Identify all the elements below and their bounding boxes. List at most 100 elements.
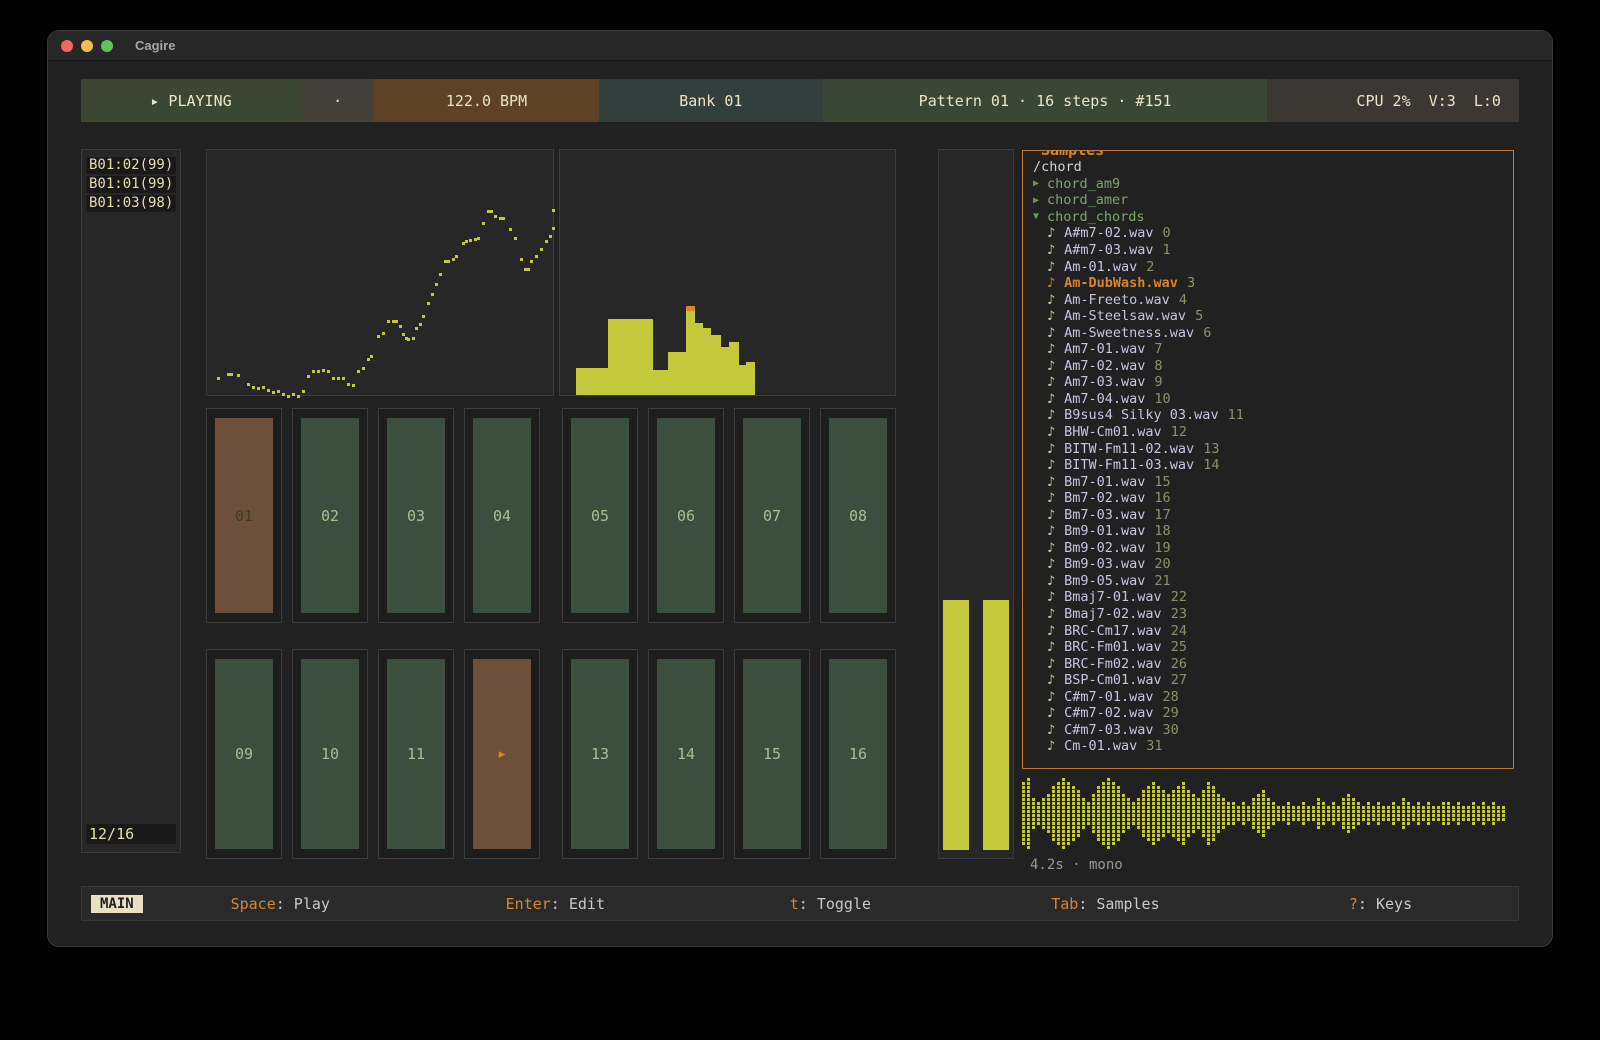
pad-9[interactable]: 09	[206, 649, 282, 859]
sample-file-row[interactable]: ♪BRC-Cm17.wav24	[1033, 622, 1513, 639]
sample-file-row[interactable]: ♪Am7-01.wav7	[1033, 341, 1513, 358]
pad-6[interactable]: 06	[648, 408, 724, 623]
sample-file-row[interactable]: ♪Am7-04.wav10	[1033, 391, 1513, 408]
pad-row-2: 091011▸13141516	[206, 649, 906, 859]
pad-8[interactable]: 08	[820, 408, 896, 623]
shortcut-enter: Enter: Edit	[418, 895, 693, 913]
waveform-column	[1062, 778, 1065, 849]
waveform-column	[1472, 802, 1475, 825]
sample-file-index: 29	[1163, 705, 1179, 721]
sample-file-row[interactable]: ♪C#m7-02.wav29	[1033, 705, 1513, 722]
sample-file-row[interactable]: ♪Bm9-01.wav18	[1033, 523, 1513, 540]
sample-file-row[interactable]: ♪Am-DubWash.wav3	[1033, 275, 1513, 292]
sample-file-row[interactable]: ♪Am-Sweetness.wav6	[1033, 324, 1513, 341]
waveform-column	[1152, 782, 1155, 845]
pad-5[interactable]: 05	[562, 408, 638, 623]
vu-meters	[938, 149, 1014, 859]
pad-3[interactable]: 03	[378, 408, 454, 623]
close-button[interactable]	[61, 40, 73, 52]
scatter-point	[509, 228, 512, 231]
sample-file-row[interactable]: ♪Bmaj7-01.wav22	[1033, 589, 1513, 606]
waveform-column	[1052, 786, 1055, 841]
sample-file-row[interactable]: ♪BRC-Fm02.wav26	[1033, 655, 1513, 672]
sample-file-index: 2	[1146, 259, 1154, 275]
sample-file-row[interactable]: ♪Bm7-02.wav16	[1033, 490, 1513, 507]
music-note-icon: ♪	[1047, 341, 1055, 357]
sample-file-row[interactable]: ♪Bm9-05.wav21	[1033, 573, 1513, 590]
pad-14-surface: 14	[657, 659, 715, 849]
sample-file-index: 28	[1163, 689, 1179, 705]
sample-waveform	[1022, 773, 1512, 853]
pad-12[interactable]: ▸	[464, 649, 540, 859]
sample-file-row[interactable]: ♪Am-Steelsaw.wav5	[1033, 308, 1513, 325]
scatter-point	[382, 332, 385, 335]
sample-file-name: BRC-Fm02.wav	[1064, 656, 1162, 672]
pad-11[interactable]: 11	[378, 649, 454, 859]
sample-file-index: 27	[1171, 672, 1187, 688]
pad-16[interactable]: 16	[820, 649, 896, 859]
folder-collapsed-icon[interactable]: ▶	[1033, 195, 1039, 206]
sample-file-name: Am7-04.wav	[1064, 391, 1145, 407]
pad-14[interactable]: 14	[648, 649, 724, 859]
music-note-icon: ♪	[1047, 523, 1055, 539]
sample-file-row[interactable]: ♪C#m7-03.wav30	[1033, 722, 1513, 739]
pad-3-surface: 03	[387, 418, 445, 613]
sample-file-row[interactable]: ♪A#m7-03.wav1	[1033, 242, 1513, 259]
sample-file-row[interactable]: ♪BITW-Fm11-03.wav14	[1033, 457, 1513, 474]
folder-collapsed-icon[interactable]: ▶	[1033, 178, 1039, 189]
waveform-column	[1132, 802, 1135, 825]
scatter-point	[452, 258, 455, 261]
music-note-icon: ♪	[1047, 259, 1055, 275]
music-note-icon: ♪	[1047, 441, 1055, 457]
sample-file-row[interactable]: ♪Am7-03.wav9	[1033, 374, 1513, 391]
folder-chord_am9[interactable]: ▶chord_am9	[1033, 176, 1513, 193]
folder-chord_chords[interactable]: ▼chord_chords	[1033, 209, 1513, 226]
sample-file-row[interactable]: ♪Bm7-03.wav17	[1033, 506, 1513, 523]
scatter-point	[469, 239, 472, 242]
sample-file-row[interactable]: ♪Bm7-01.wav15	[1033, 473, 1513, 490]
sample-file-row[interactable]: ♪A#m7-02.wav0	[1033, 225, 1513, 242]
pad-13[interactable]: 13	[562, 649, 638, 859]
sample-file-row[interactable]: ♪Bmaj7-02.wav23	[1033, 606, 1513, 623]
sample-file-row[interactable]: ♪Am-01.wav2	[1033, 258, 1513, 275]
waveform-column	[1022, 782, 1025, 845]
pad-7[interactable]: 07	[734, 408, 810, 623]
waveform-column	[1207, 782, 1210, 845]
waveform-column	[1442, 802, 1445, 825]
sample-file-row[interactable]: ♪C#m7-01.wav28	[1033, 689, 1513, 706]
scatter-point	[455, 255, 458, 258]
samples-browser[interactable]: Samples /chord▶chord_am9▶chord_amer▼chor…	[1022, 150, 1514, 769]
pad-15[interactable]: 15	[734, 649, 810, 859]
shortcut-key: Enter	[506, 895, 551, 913]
sample-file-row[interactable]: ♪Bm9-03.wav20	[1033, 556, 1513, 573]
pad-10[interactable]: 10	[292, 649, 368, 859]
shortcut-action: : Edit	[551, 895, 605, 913]
sample-file-row[interactable]: ♪BHW-Cm01.wav12	[1033, 424, 1513, 441]
waveform-column	[1047, 794, 1050, 833]
zoom-button[interactable]	[101, 40, 113, 52]
pad-1[interactable]: 01	[206, 408, 282, 623]
sample-file-index: 11	[1228, 407, 1244, 423]
sample-file-row[interactable]: ♪Cm-01.wav31	[1033, 738, 1513, 755]
folder-expanded-icon[interactable]: ▼	[1033, 211, 1039, 222]
waveform-column	[1082, 798, 1085, 829]
waveform-column	[1162, 790, 1165, 837]
sample-file-row[interactable]: ♪B9sus4 Silky 03.wav11	[1033, 407, 1513, 424]
waveform-column	[1157, 786, 1160, 841]
minimize-button[interactable]	[81, 40, 93, 52]
music-note-icon: ♪	[1047, 656, 1055, 672]
sample-file-row[interactable]: ♪BSP-Cm01.wav27	[1033, 672, 1513, 689]
sample-file-row[interactable]: ♪BRC-Fm01.wav25	[1033, 639, 1513, 656]
pad-4[interactable]: 04	[464, 408, 540, 623]
sample-file-row[interactable]: ♪Am-Freeto.wav4	[1033, 291, 1513, 308]
waveform-column	[1292, 806, 1295, 821]
sample-file-row[interactable]: ♪Bm9-02.wav19	[1033, 540, 1513, 557]
pad-2[interactable]: 02	[292, 408, 368, 623]
sample-file-row[interactable]: ♪Am7-02.wav8	[1033, 358, 1513, 375]
waveform-column	[1172, 790, 1175, 837]
pad-row-1: 0102030405060708	[206, 408, 906, 623]
folder-chord_amer[interactable]: ▶chord_amer	[1033, 192, 1513, 209]
sample-file-row[interactable]: ♪BITW-Fm11-02.wav13	[1033, 440, 1513, 457]
voice-row-2: B01:03(98)	[86, 195, 176, 212]
music-note-icon: ♪	[1047, 358, 1055, 374]
